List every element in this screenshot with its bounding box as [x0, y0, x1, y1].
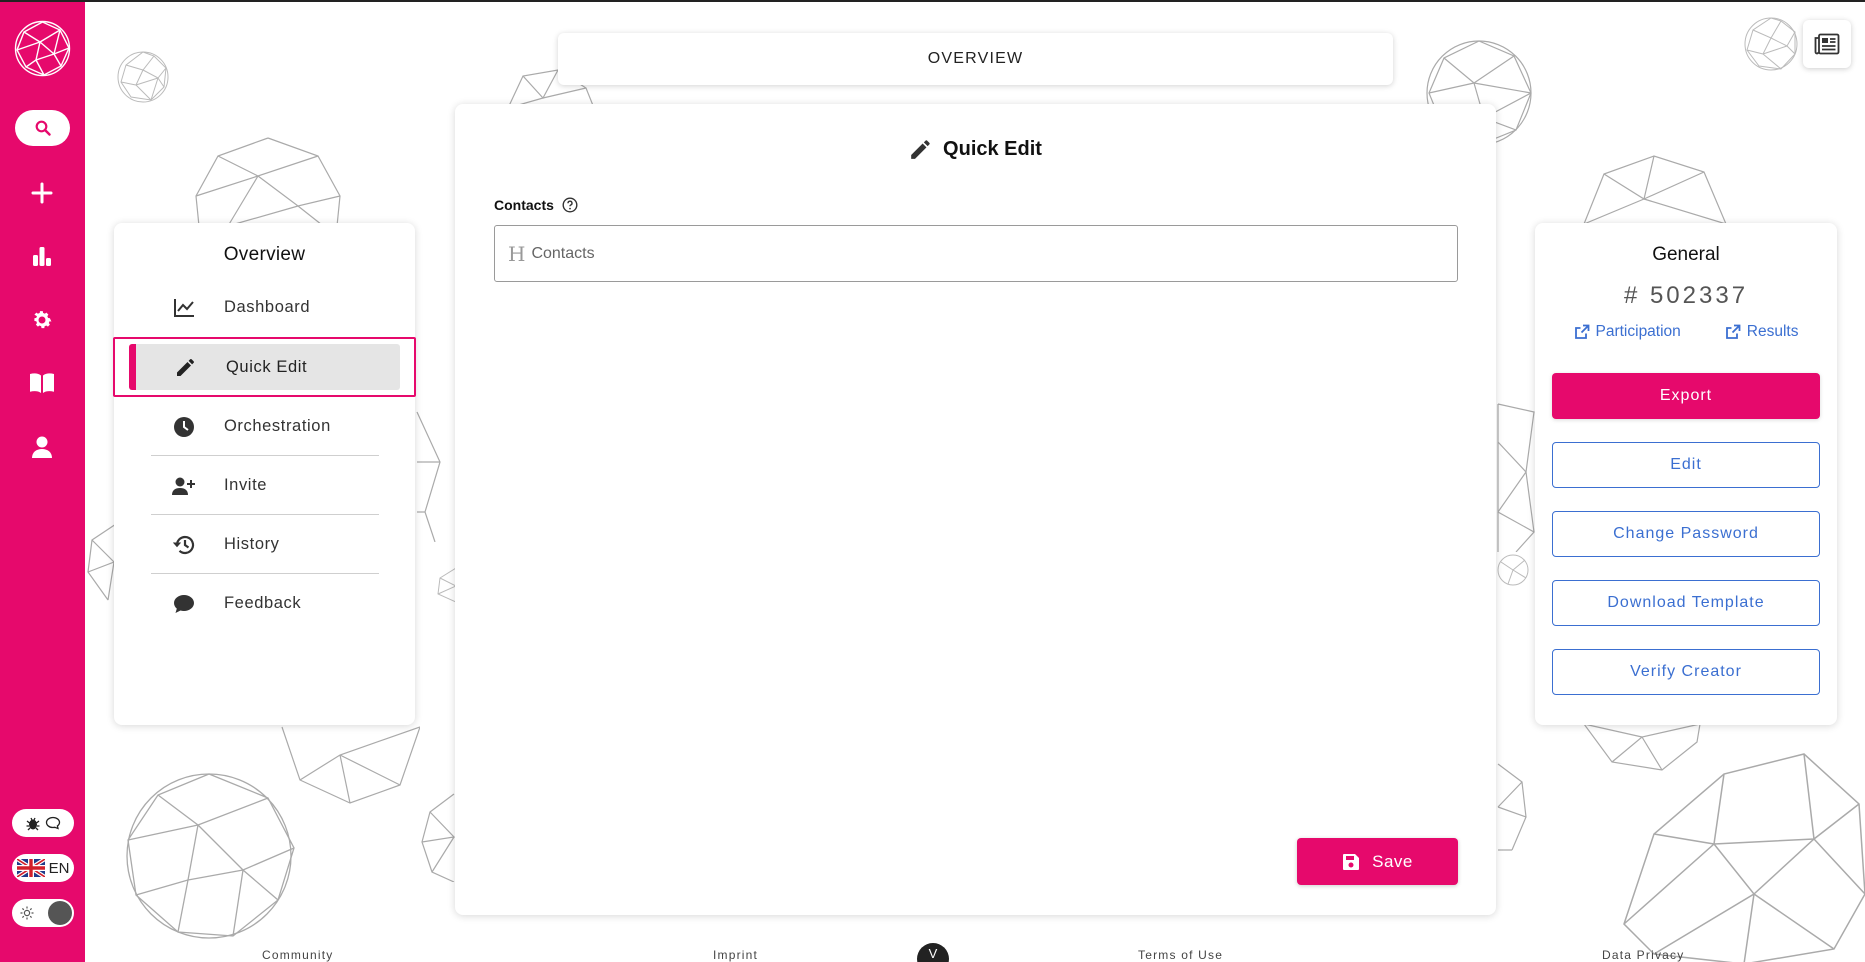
export-button[interactable]: Export	[1552, 373, 1820, 419]
contacts-label-text: Contacts	[494, 197, 554, 213]
general-actions: Export Edit Change Password Download Tem…	[1552, 373, 1820, 718]
user-plus-icon	[170, 476, 198, 496]
results-link-label: Results	[1746, 323, 1799, 340]
app-logo[interactable]	[14, 20, 71, 77]
verify-creator-button[interactable]: Verify Creator	[1552, 649, 1820, 695]
search-button[interactable]	[15, 110, 70, 146]
nav-item-dashboard[interactable]: Dashboard	[114, 278, 415, 337]
edit-button[interactable]: Edit	[1552, 442, 1820, 488]
search-icon	[35, 120, 51, 136]
save-button[interactable]: Save	[1297, 838, 1458, 885]
footer-scroll-button[interactable]: V	[917, 943, 949, 962]
external-link-icon	[1725, 324, 1741, 339]
contacts-input-placeholder: Contacts	[531, 244, 595, 262]
pencil-icon	[911, 140, 930, 159]
newspaper-icon	[1814, 33, 1840, 55]
toggle-knob	[48, 901, 72, 925]
decorative-sphere	[1496, 550, 1530, 590]
nav-item-label: Invite	[224, 476, 268, 494]
footer-community-link[interactable]: Community	[262, 948, 333, 962]
quick-edit-card: Quick Edit Contacts H Contacts Save	[455, 104, 1496, 915]
nav-item-feedback[interactable]: Feedback	[114, 574, 415, 633]
external-link-icon	[1574, 324, 1589, 339]
book-icon	[30, 373, 54, 393]
quick-edit-header: Quick Edit	[455, 137, 1496, 161]
change-password-button[interactable]: Change Password	[1552, 511, 1820, 557]
comment-icon	[170, 594, 198, 614]
chart-line-icon	[170, 298, 198, 318]
help-icon[interactable]	[562, 197, 578, 213]
gear-icon	[34, 311, 52, 329]
quick-edit-title: Quick Edit	[943, 137, 1042, 160]
decorative-sphere	[116, 50, 170, 104]
footer-circle-label: V	[928, 946, 938, 961]
history-icon	[170, 534, 198, 556]
decorative-sphere	[1582, 722, 1702, 772]
left-rail: EN	[0, 2, 85, 962]
chat-bubble-icon	[45, 816, 61, 830]
nav-item-label: Orchestration	[224, 417, 331, 435]
general-card-title: General	[1652, 244, 1720, 265]
decorative-sphere	[1496, 402, 1536, 552]
language-label: EN	[48, 859, 70, 877]
documentation-button[interactable]	[27, 368, 57, 398]
decorative-sphere	[436, 566, 456, 604]
decorative-sphere	[420, 792, 456, 882]
footer-privacy-link[interactable]: Data Privacy	[1602, 948, 1684, 962]
nav-item-label: Quick Edit	[226, 357, 308, 376]
decorative-sphere	[1574, 154, 1734, 224]
general-card: General # 502337 Participation Results E…	[1535, 223, 1837, 725]
contacts-field-label: Contacts	[494, 197, 578, 213]
nav-item-orchestration[interactable]: Orchestration	[114, 397, 415, 456]
nav-item-label: Dashboard	[224, 298, 311, 316]
download-template-button[interactable]: Download Template	[1552, 580, 1820, 626]
pencil-icon	[172, 356, 200, 378]
decorative-sphere	[86, 522, 116, 602]
results-link[interactable]: Results	[1725, 323, 1799, 341]
clock-icon	[170, 416, 198, 438]
bar-chart-icon	[33, 247, 51, 266]
language-switch[interactable]: EN	[12, 854, 74, 882]
theme-toggle[interactable]	[12, 899, 74, 927]
decorative-sphere	[1496, 762, 1528, 852]
decorative-sphere	[118, 770, 300, 942]
participation-link-label: Participation	[1595, 323, 1681, 340]
nav-item-quick-edit[interactable]: Quick Edit	[113, 337, 416, 397]
news-button[interactable]	[1803, 20, 1851, 68]
sun-icon	[20, 906, 34, 920]
add-button[interactable]	[27, 178, 57, 208]
decorative-sphere	[415, 402, 443, 542]
statistics-button[interactable]	[27, 241, 57, 271]
nav-list: Dashboard Quick Edit Orchestration Invit…	[113, 278, 416, 633]
participation-link[interactable]: Participation	[1574, 323, 1681, 341]
page-title: OVERVIEW	[927, 50, 1024, 67]
decorative-sphere	[1614, 744, 1865, 962]
footer-imprint-link[interactable]: Imprint	[713, 948, 758, 962]
page-title-bar: OVERVIEW	[558, 33, 1393, 85]
plus-icon	[31, 182, 53, 204]
general-links: Participation Results	[1535, 323, 1837, 341]
heading-icon: H	[508, 241, 526, 266]
bug-icon	[26, 817, 40, 831]
decorative-sphere	[1743, 16, 1799, 72]
nav-card-title: Overview	[223, 244, 306, 265]
nav-item-history[interactable]: History	[114, 515, 415, 574]
profile-button[interactable]	[27, 432, 57, 462]
footer-terms-link[interactable]: Terms of Use	[1138, 948, 1223, 962]
nav-item-label: Feedback	[224, 594, 302, 612]
decorative-sphere	[280, 725, 420, 805]
floppy-disk-icon	[1343, 853, 1360, 870]
settings-button[interactable]	[27, 305, 57, 335]
bug-report-toggle[interactable]	[12, 809, 74, 837]
user-icon	[32, 436, 52, 458]
survey-id: # 502337	[1623, 282, 1749, 309]
nav-item-label: History	[224, 535, 280, 553]
decorative-sphere	[188, 136, 348, 236]
contacts-input[interactable]: H Contacts	[494, 225, 1458, 282]
save-button-label: Save	[1372, 851, 1413, 871]
nav-item-invite[interactable]: Invite	[114, 456, 415, 515]
overview-nav-card: Overview Dashboard Quick Edit Orchestrat…	[113, 223, 416, 725]
uk-flag-icon	[16, 859, 45, 877]
